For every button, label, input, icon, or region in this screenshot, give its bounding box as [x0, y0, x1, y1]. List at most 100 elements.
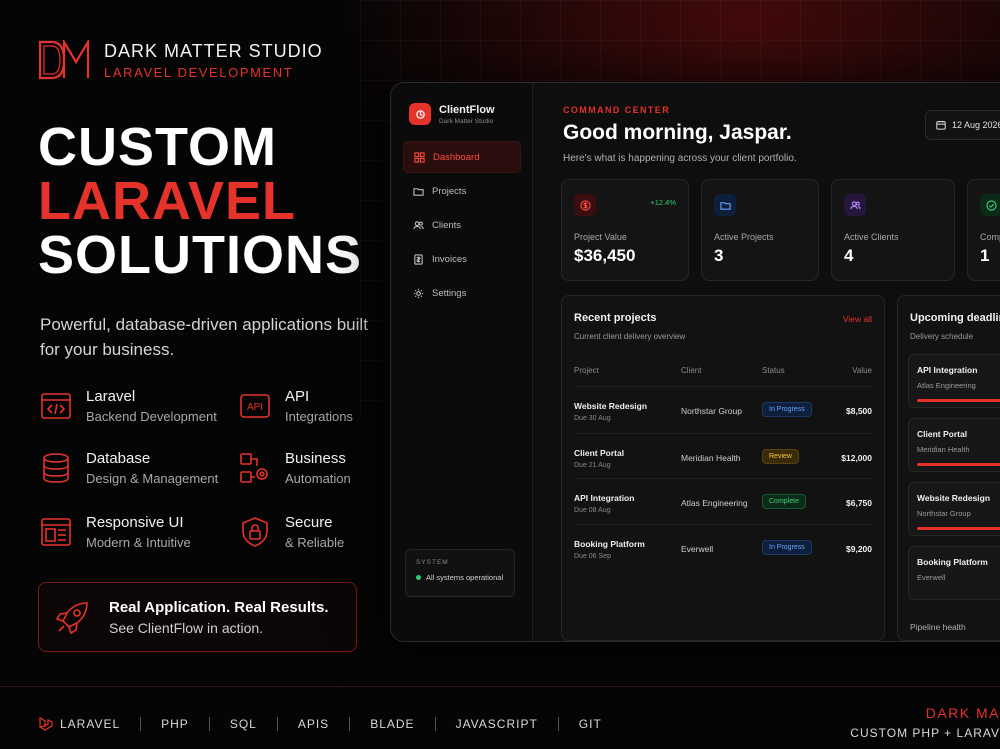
project-value: $12,000 — [841, 453, 872, 463]
feature-title: Secure — [285, 514, 333, 531]
footer-brand: DARK MA CUSTOM PHP + LARAV — [850, 705, 1000, 740]
invoice-icon — [414, 253, 423, 265]
project-value: $8,500 — [846, 406, 872, 416]
project-due: Due 06 Sep — [574, 553, 611, 560]
pipeline-health-label: Pipeline health — [910, 622, 966, 632]
shield-lock-icon — [242, 517, 268, 547]
folder-icon — [413, 187, 424, 196]
stat-label: Project Value — [574, 232, 627, 242]
tech-item-apis: APIS — [297, 717, 330, 731]
hero-description: Powerful, database-driven applications b… — [40, 315, 368, 359]
feature-database: Database Design & Management — [40, 450, 218, 486]
stat-value: 3 — [714, 246, 724, 265]
table-header: Project Client Status Value — [574, 362, 872, 382]
feature-subtitle: Automation — [285, 471, 351, 486]
col-status: Status — [762, 366, 785, 375]
feature-subtitle: Design & Management — [86, 471, 219, 486]
feature-subtitle: & Reliable — [285, 535, 345, 550]
users-icon — [413, 220, 424, 229]
deadline-name: Client Portal — [917, 429, 968, 439]
nav-item-projects[interactable]: Projects — [403, 175, 521, 207]
stat-icon-wrap — [980, 194, 1000, 216]
table-row[interactable]: Booking Platform Due 06 Sep Everwell In … — [574, 524, 872, 570]
stat-label: Active Clients — [844, 232, 899, 242]
stat-card-active-projects: Active Projects 3 — [701, 179, 819, 281]
cta-subtitle: See ClientFlow in action. — [109, 619, 264, 636]
nav-item-invoices[interactable]: Invoices — [403, 243, 521, 275]
table-row[interactable]: API Integration Due 08 Aug Atlas Enginee… — [574, 478, 872, 524]
upcoming-deadlines-panel: Upcoming deadlin Delivery schedule API I… — [897, 295, 1000, 641]
deadline-name: Website Redesign — [917, 493, 991, 503]
deadline-progress-bar — [917, 463, 1000, 466]
panel-title: Recent projects — [574, 312, 657, 324]
nav-item-dashboard[interactable]: Dashboard — [403, 141, 521, 173]
deadline-item[interactable]: Website Redesign Northstar Group — [908, 482, 1000, 536]
brand-name: DARK MATTER STUDIO — [104, 40, 323, 61]
feature-title: Responsive UI — [86, 514, 184, 531]
tech-item-git: GIT — [578, 717, 602, 731]
hero-line-1: CUSTOM — [38, 117, 278, 177]
date-picker[interactable]: 12 Aug 2026 — [925, 110, 1000, 140]
app-brand: ClientFlow Dark Matter Studio — [409, 103, 495, 125]
deadline-client: Northstar Group — [917, 509, 971, 518]
feature-subtitle: Backend Development — [86, 409, 217, 424]
app-sidebar: ClientFlow Dark Matter Studio Dashboard … — [391, 83, 533, 641]
feature-secure: Secure & Reliable — [239, 514, 344, 550]
system-label: SYSTEM — [416, 559, 449, 566]
system-status-card: SYSTEM All systems operational — [405, 549, 515, 597]
project-due: Due 21 Aug — [574, 462, 611, 469]
nav-label: Settings — [432, 287, 467, 299]
project-name: Website Redesign — [574, 401, 648, 411]
project-due: Due 30 Aug — [574, 415, 611, 422]
gear-icon — [413, 288, 424, 298]
feature-subtitle: Integrations — [285, 409, 353, 424]
command-center-label: COMMAND CENTER — [563, 105, 671, 115]
stat-value: 4 — [844, 246, 854, 265]
automation-icon — [240, 453, 268, 483]
stat-card-active-clients: Active Clients 4 — [831, 179, 955, 281]
hero-heading: CUSTOM LARAVEL SOLUTIONS — [38, 120, 362, 282]
deadline-item[interactable]: Client Portal Meridian Health — [908, 418, 1000, 472]
app-main: COMMAND CENTER Good morning, Jaspar. Her… — [533, 83, 1000, 641]
deadline-item[interactable]: Booking Platform Everwell — [908, 546, 1000, 600]
users-icon — [849, 200, 861, 209]
layout-icon — [41, 518, 71, 546]
project-client: Meridian Health — [681, 453, 741, 463]
panel-subtitle: Current client delivery overview — [574, 332, 686, 341]
tech-item-blade: BLADE — [370, 717, 415, 731]
feature-title: Database — [86, 450, 151, 467]
deadline-name: API Integration — [917, 365, 978, 375]
folder-icon — [719, 201, 731, 210]
stat-value: 1 — [980, 246, 990, 265]
footer-divider — [0, 686, 1000, 687]
greeting: Good morning, Jaspar. — [563, 121, 792, 144]
app-mockup-window: ClientFlow Dark Matter Studio Dashboard … — [390, 82, 1000, 642]
project-client: Atlas Engineering — [681, 498, 748, 508]
cta-card[interactable]: Real Application. Real Results. See Clie… — [38, 582, 357, 652]
nav-item-settings[interactable]: Settings — [403, 277, 521, 309]
dollar-icon — [579, 199, 591, 211]
project-name: Client Portal — [574, 448, 625, 458]
recent-projects-panel: Recent projects Current client delivery … — [561, 295, 885, 641]
api-icon: API — [240, 394, 270, 418]
hero-line-2: LARAVEL — [38, 171, 296, 231]
svg-text:API: API — [247, 402, 263, 413]
deadline-item[interactable]: API Integration Atlas Engineering — [908, 354, 1000, 408]
table-row[interactable]: Website Redesign Due 30 Aug Northstar Gr… — [574, 386, 872, 432]
tech-item-sql: SQL — [229, 717, 257, 731]
status-badge: Complete — [762, 494, 806, 509]
project-name: Booking Platform — [574, 539, 645, 549]
deadline-name: Booking Platform — [917, 557, 988, 567]
table-row[interactable]: Client Portal Due 21 Aug Meridian Health… — [574, 433, 872, 479]
deadline-client: Everwell — [917, 573, 946, 582]
view-all-link[interactable]: View all — [843, 314, 872, 324]
check-circle-icon — [985, 199, 997, 211]
code-window-icon — [41, 393, 71, 419]
col-project: Project — [574, 366, 599, 375]
project-client: Everwell — [681, 544, 714, 554]
feature-title: API — [285, 388, 310, 405]
database-icon — [43, 453, 69, 483]
deadline-client: Meridian Health — [917, 445, 970, 454]
tech-separator — [434, 717, 436, 731]
nav-item-clients[interactable]: Clients — [403, 209, 521, 241]
